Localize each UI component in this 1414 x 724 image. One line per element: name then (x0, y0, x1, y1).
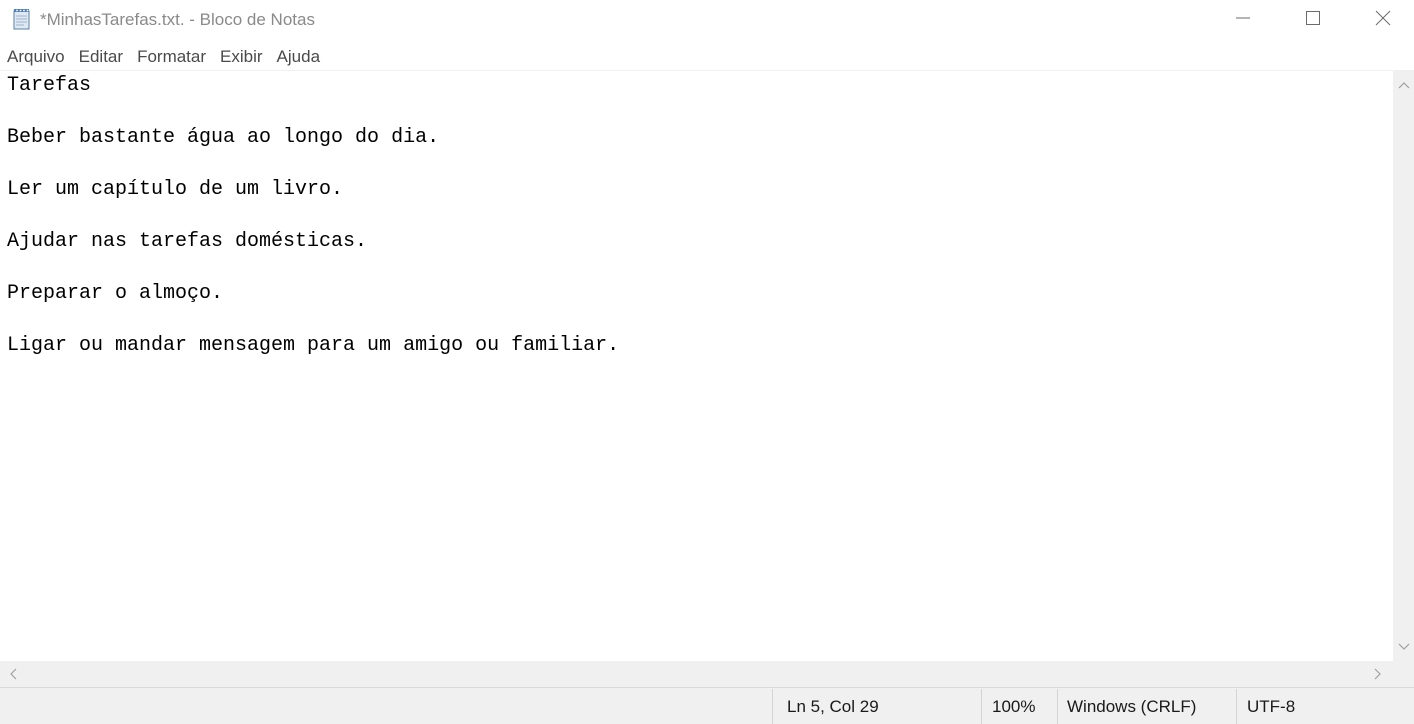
editor-line: Ler um capítulo de um livro. (7, 178, 344, 201)
menu-exibir[interactable]: Exibir (213, 44, 270, 70)
editor-line: Ajudar nas tarefas domésticas. (7, 230, 368, 253)
status-zoom: 100% (992, 697, 1036, 716)
editor-line: Ligar ou mandar mensagem para um amigo o… (7, 334, 620, 357)
vertical-scrollbar[interactable] (1393, 71, 1414, 661)
close-button[interactable] (1348, 0, 1414, 40)
status-divider (1236, 689, 1237, 724)
status-divider (1057, 689, 1058, 724)
menu-bar: Arquivo Editar Formatar Exibir Ajuda (0, 44, 327, 70)
editor-line: Beber bastante água ao longo do dia. (7, 126, 440, 149)
text-editor[interactable]: Tarefas Beber bastante água ao longo do … (0, 71, 1393, 661)
status-bar: Ln 5, Col 29 100% Windows (CRLF) UTF-8 (0, 687, 1414, 724)
editor-line: Tarefas (7, 74, 92, 97)
horizontal-scrollbar[interactable] (0, 661, 1393, 687)
minimize-icon (1235, 10, 1251, 31)
maximize-icon (1305, 10, 1321, 31)
notepad-window: *MinhasTarefas.txt. - Bloco de Notas Arq… (0, 0, 1414, 724)
editor-line: Preparar o almoço. (7, 282, 224, 305)
menu-formatar[interactable]: Formatar (130, 44, 213, 70)
title-bar[interactable]: *MinhasTarefas.txt. - Bloco de Notas (0, 0, 1414, 40)
menu-arquivo[interactable]: Arquivo (0, 44, 72, 70)
status-encoding: UTF-8 (1247, 697, 1296, 716)
status-line-ending: Windows (CRLF) (1067, 697, 1197, 716)
scrollbar-corner (1393, 661, 1414, 687)
menu-ajuda[interactable]: Ajuda (270, 44, 327, 70)
minimize-button[interactable] (1208, 0, 1278, 40)
maximize-button[interactable] (1278, 0, 1348, 40)
notepad-icon[interactable] (12, 8, 32, 30)
close-icon (1375, 10, 1391, 31)
editor-content: Tarefas Beber bastante água ao longo do … (7, 73, 619, 359)
scroll-left-icon[interactable] (4, 661, 22, 687)
menu-editar[interactable]: Editar (72, 44, 130, 70)
status-cursor-position: Ln 5, Col 29 (787, 697, 879, 716)
status-divider (981, 689, 982, 724)
window-title: *MinhasTarefas.txt. - Bloco de Notas (40, 10, 315, 29)
scroll-down-icon[interactable] (1393, 639, 1414, 655)
status-divider (772, 689, 773, 724)
scroll-right-icon[interactable] (1369, 661, 1387, 687)
scroll-up-icon[interactable] (1393, 77, 1414, 93)
